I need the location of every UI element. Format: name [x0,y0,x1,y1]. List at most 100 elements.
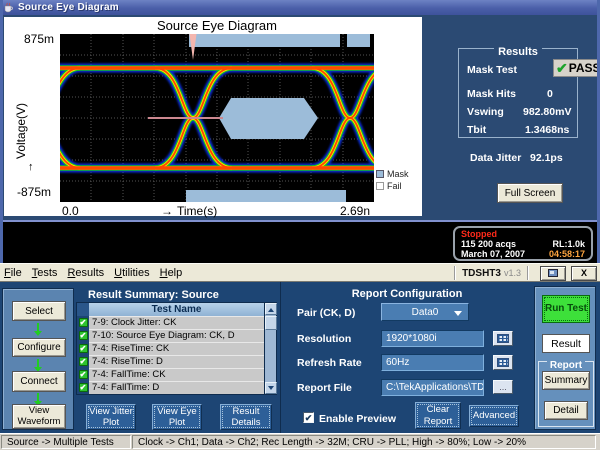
advanced-button[interactable]: Advanced [469,405,519,427]
eye-diagram-svg [60,34,374,202]
resolution-field[interactable]: 1920*1080i [381,330,484,347]
checkbox-check-icon: ✔ [79,318,88,327]
scroll-up-icon [268,305,274,312]
separator [527,266,529,280]
plot-region: Source Eye Diagram 875m Voltage(V) ↑ -87… [0,15,600,220]
resolution-keypad-button[interactable] [493,331,513,346]
checkbox-check-icon: ✔ [79,344,88,353]
view-waveform-button[interactable]: View Waveform [12,404,66,429]
pair-dropdown[interactable]: Data0 [381,303,469,321]
connect-button[interactable]: Connect [12,371,66,392]
app-version: v1.3 [504,268,521,278]
menu-help[interactable]: Help [160,267,183,279]
x-axis-tick-left: 0.0 [62,204,79,218]
view-eye-plot-button[interactable]: View Eye Plot [152,404,202,430]
report-file-field[interactable]: C:\TekApplications\TDSHT [381,379,484,396]
table-row[interactable]: ✔ 7-10: Source Eye Diagram: CK, D [77,329,264,342]
hide-app-button[interactable] [540,266,566,281]
view-jitter-plot-button[interactable]: View Jitter Plot [86,404,136,430]
configure-button[interactable]: Configure [12,338,66,357]
menu-file[interactable]: File [4,267,22,279]
mask-top-bar [189,34,340,47]
results-group-title: Results [494,46,542,58]
status-config: Clock -> Ch1; Data -> Ch2; Rec Length ->… [132,435,596,449]
test-name-cell[interactable]: 7-4: FallTime: CK [89,368,264,381]
test-name-cell[interactable]: 7-9: Clock Jitter: CK [89,316,264,329]
table-main: Test Name ✔ 7-9: Clock Jitter: CK ✔ 7-10… [77,303,264,394]
result-summary-title: Result Summary: Source [88,289,219,301]
y-axis-tick-bottom: -875m [17,185,51,199]
acq-time: 04:58:17 [549,249,585,259]
x-axis-arrow-icon: → [161,204,173,218]
result-details-button[interactable]: Result Details [220,404,272,430]
checkbox-check-icon: ✔ [79,357,88,366]
tbit-label: Tbit [467,124,486,136]
clear-report-button[interactable]: Clear Report [415,402,461,429]
status-bar: Source -> Multiple Tests Clock -> Ch1; D… [0,433,600,450]
data-jitter-label: Data Jitter [470,152,521,164]
test-checkbox[interactable]: ✔ [77,342,89,355]
checkbox-column-header [77,303,89,316]
test-name-cell[interactable]: 7-4: RiseTime: D [89,355,264,368]
mask-test-pass-badge: ✔ PASS [553,59,600,77]
test-checkbox[interactable]: ✔ [77,329,89,342]
plot-window-titlebar[interactable]: Source Eye Diagram [0,0,600,15]
run-test-button[interactable]: Run Test [542,295,590,323]
enable-preview-checkbox[interactable]: ✔ [303,412,314,423]
vswing-label: Vswing [467,106,504,118]
refresh-rate-keypad-button[interactable] [493,355,513,370]
checkbox-check-icon: ✔ [79,331,88,340]
refresh-rate-field[interactable]: 60Hz [381,354,484,371]
plot-title: Source Eye Diagram [60,18,374,33]
close-button[interactable]: X [571,266,597,281]
full-screen-button[interactable]: Full Screen [497,183,563,203]
checkbox-check-icon: ✔ [79,370,88,379]
screen: Source Eye Diagram Source Eye Diagram 87… [0,0,600,450]
acq-status: Stopped [461,229,497,239]
mask-bottom-bar [186,190,346,202]
results-panel: Results Mask Test ✔ PASS Mask Hits 0 Vsw… [424,15,600,220]
scroll-up-button[interactable] [265,303,277,315]
menu-results[interactable]: Results [67,267,104,279]
fail-legend-label: Fail [387,181,402,191]
app-window-icon [548,269,558,277]
summary-button[interactable]: Summary [542,371,590,390]
report-configuration-title: Report Configuration [281,288,533,300]
scroll-down-button[interactable] [265,382,277,394]
acquisition-strip: Stopped 115 200 acqs RL:1.0k March 07, 2… [0,220,600,263]
tbit-value: 1.3468ns [525,124,569,136]
x-axis-tick-right: 2.69n [340,204,370,218]
select-button[interactable]: Select [12,301,66,321]
test-checkbox[interactable]: ✔ [77,368,89,381]
table-row[interactable]: ✔ 7-4: FallTime: CK [77,368,264,381]
pair-value: Data0 [412,307,439,318]
menu-tests[interactable]: Tests [32,267,58,279]
menu-bar: File Tests Results Utilities Help TDSHT3… [0,263,600,282]
y-axis-label: Voltage(V) [14,103,28,159]
status-source: Source -> Multiple Tests [1,435,131,449]
test-checkbox[interactable]: ✔ [77,381,89,394]
scroll-thumb[interactable] [265,316,277,330]
table-row[interactable]: ✔ 7-4: RiseTime: CK [77,342,264,355]
table-row[interactable]: ✔ 7-9: Clock Jitter: CK [77,316,264,329]
test-checkbox[interactable]: ✔ [77,355,89,368]
test-name-cell[interactable]: 7-4: RiseTime: CK [89,342,264,355]
table-header: Test Name [77,303,264,316]
test-name-cell[interactable]: 7-10: Source Eye Diagram: CK, D [89,329,264,342]
test-name-cell[interactable]: 7-4: FallTime: D [89,381,264,394]
mask-top-corner [347,34,370,47]
eye-diagram-panel: Source Eye Diagram 875m Voltage(V) ↑ -87… [4,17,422,216]
results-group-box: Results Mask Test ✔ PASS Mask Hits 0 Vsw… [458,48,578,138]
keypad-icon [497,334,509,343]
table-scrollbar[interactable] [264,303,276,394]
acq-date: March 07, 2007 [461,249,525,259]
browse-button[interactable]: ... [493,380,513,394]
java-cup-icon [3,2,14,14]
control-panel: Select Configure Connect View Waveform R… [0,282,600,433]
result-button[interactable]: Result [542,334,590,353]
test-checkbox[interactable]: ✔ [77,316,89,329]
menu-utilities[interactable]: Utilities [114,267,149,279]
table-row[interactable]: ✔ 7-4: RiseTime: D [77,355,264,368]
table-row[interactable]: ✔ 7-4: FallTime: D [77,381,264,394]
detail-button[interactable]: Detail [544,401,588,420]
